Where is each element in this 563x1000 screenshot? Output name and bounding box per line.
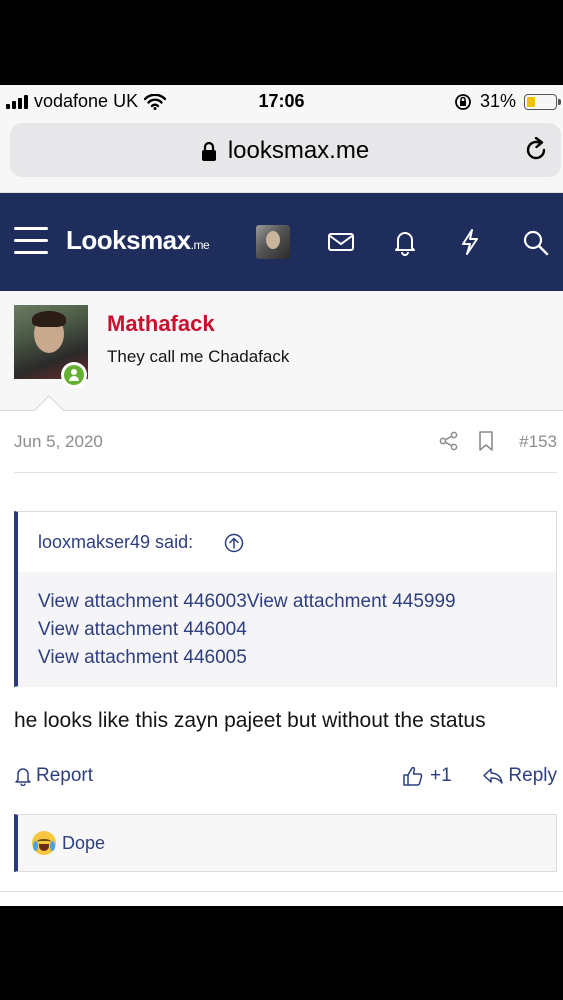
post-number[interactable]: #153 — [519, 432, 557, 452]
arrow-up-circle-icon[interactable] — [224, 533, 244, 553]
reply-label: Reply — [508, 765, 557, 786]
mail-icon[interactable] — [326, 227, 356, 257]
attachment-link[interactable]: View attachment 446004 — [38, 619, 247, 641]
status-right: 31% — [454, 91, 561, 112]
bolt-icon[interactable] — [455, 227, 485, 257]
user-title: They call me Chadafack — [107, 347, 290, 366]
like-count: +1 — [430, 765, 452, 786]
thumbs-up-icon — [403, 766, 423, 786]
attachment-link[interactable]: View attachment 446005 — [38, 647, 247, 669]
black-letterbox-bottom — [0, 906, 563, 1000]
post-username[interactable]: Mathafack — [107, 311, 215, 337]
user-block-pointer — [34, 395, 64, 412]
post-meta: Jun 5, 2020 #153 — [14, 419, 557, 473]
quote-header: looxmakser49 said: — [18, 512, 556, 572]
browser-url-area: looksmax.me — [0, 117, 563, 193]
quote-body: View attachment 446003View attachment 44… — [18, 572, 556, 687]
battery-percent: 31% — [479, 91, 516, 111]
site-navbar: Looksmax.me — [0, 193, 563, 291]
post-actions: Report +1 Reply — [14, 765, 557, 795]
reply-button[interactable]: Reply — [482, 765, 557, 787]
like-button[interactable]: +1 — [402, 765, 452, 787]
hamburger-icon[interactable] — [14, 227, 48, 255]
report-label: Report — [36, 765, 94, 786]
attachment-link[interactable]: View attachment 446003View attachment 44… — [38, 591, 456, 613]
url-text: looksmax.me — [227, 137, 370, 164]
online-status-icon — [61, 362, 87, 388]
bell-icon[interactable] — [390, 227, 420, 257]
address-bar[interactable]: looksmax.me — [10, 123, 561, 177]
divider — [0, 891, 563, 892]
bookmark-icon[interactable] — [477, 431, 495, 451]
reload-icon[interactable] — [523, 137, 549, 163]
bell-icon — [15, 768, 31, 786]
reaction-label[interactable]: Dope — [62, 833, 105, 854]
nav-user-avatar[interactable] — [256, 225, 290, 259]
battery-icon — [524, 93, 561, 110]
search-icon[interactable] — [520, 227, 550, 257]
reaction-bar[interactable]: Dope — [14, 814, 557, 872]
crying-laughing-emoji-icon — [32, 831, 56, 855]
status-bar: vodafone UK 17:06 31% — [0, 85, 563, 117]
quote-block: looxmakser49 said: View attachment 44600… — [14, 511, 557, 687]
black-letterbox-top — [0, 0, 563, 85]
orientation-lock-icon — [455, 93, 471, 110]
site-logo[interactable]: Looksmax.me — [66, 225, 210, 256]
post-body-text: he looks like this zayn pajeet but witho… — [14, 709, 486, 732]
battery-level-fill — [527, 96, 536, 107]
reply-icon — [483, 768, 504, 784]
share-icon[interactable] — [439, 431, 459, 451]
phone-screen: vodafone UK 17:06 31% looksmax.me Looksm… — [0, 85, 563, 906]
quote-author-link[interactable]: looxmakser49 said: — [38, 532, 193, 553]
post-user-block: Mathafack They call me Chadafack — [0, 291, 563, 411]
post-date[interactable]: Jun 5, 2020 — [14, 432, 103, 452]
report-button[interactable]: Report — [14, 765, 93, 787]
